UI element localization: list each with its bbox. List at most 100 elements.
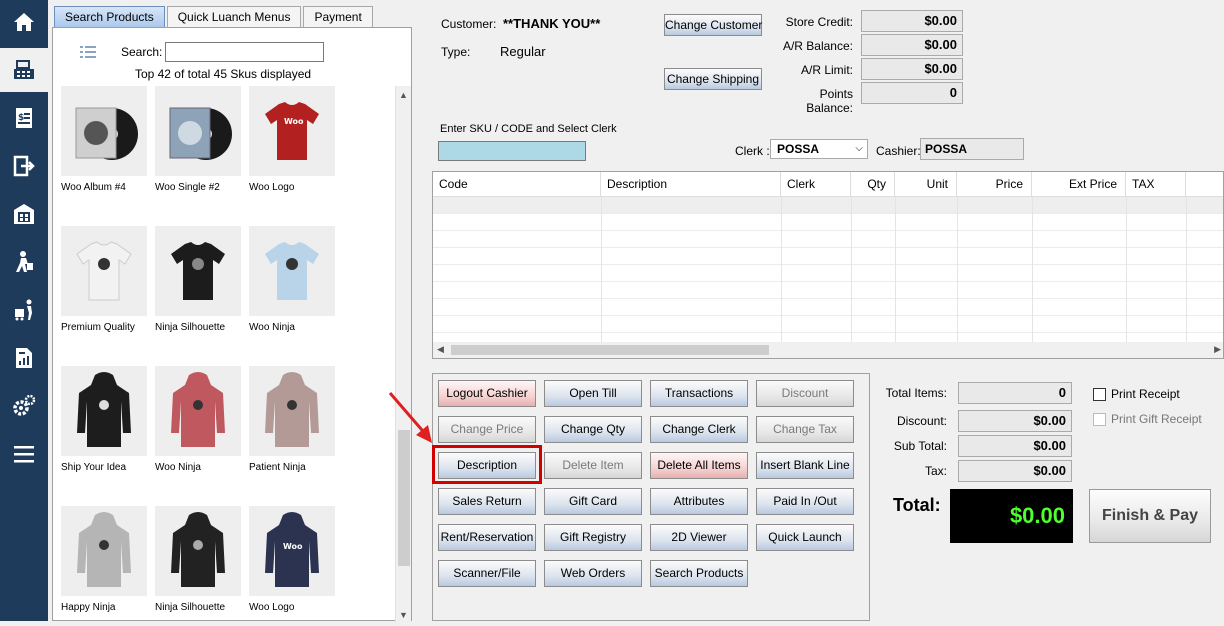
table-row[interactable] [433,197,1223,214]
quick-launch-button[interactable]: Quick Launch [756,524,854,551]
total-items-value: 0 [958,382,1072,404]
hamburger-menu-icon[interactable] [0,432,48,476]
col-code[interactable]: Code [433,172,601,197]
product-name: Happy Ninja [61,602,116,613]
print-receipt-checkbox[interactable] [1093,388,1106,401]
discount-button[interactable]: Discount [756,380,854,407]
settings-gears-icon[interactable] [0,384,48,428]
tshirt-icon [249,226,335,316]
col-tax[interactable]: TAX [1126,172,1186,197]
table-row[interactable] [433,265,1223,282]
product-tile[interactable]: Woo Woo Logo [249,506,337,626]
tab-payment[interactable]: Payment [303,6,373,28]
insert-blank-line-button[interactable]: Insert Blank Line [756,452,854,479]
store-credit-value: $0.00 [861,10,963,32]
product-search-panel: Search: Top 42 of total 45 Skus displaye… [52,27,412,622]
col-qty[interactable]: Qty [851,172,895,197]
delete-item-button[interactable]: Delete Item [544,452,642,479]
col-unit[interactable]: Unit [895,172,957,197]
table-row[interactable] [433,214,1223,231]
product-tile[interactable]: Woo Album #4 [61,86,149,206]
product-tile[interactable]: Happy Ninja [61,506,149,626]
delivery-cart-icon[interactable] [0,288,48,332]
product-tile[interactable]: Woo Ninja [155,366,243,486]
svg-text:$: $ [18,113,24,123]
clerk-value: POSSA [777,142,820,156]
table-row[interactable] [433,231,1223,248]
report-icon[interactable] [0,336,48,380]
ar-limit-label: A/R Limit: [800,63,853,77]
change-qty-button[interactable]: Change Qty [544,416,642,443]
rent-reservation-button[interactable]: Rent/Reservation [438,524,536,551]
scroll-up-icon[interactable]: ▲ [399,90,408,100]
sku-input[interactable] [438,141,586,161]
finish-pay-button[interactable]: Finish & Pay [1089,489,1211,543]
cash-register-icon[interactable] [0,48,48,92]
paid-in-out-button[interactable]: Paid In /Out [756,488,854,515]
table-row[interactable] [433,248,1223,265]
change-shipping-button[interactable]: Change Shipping [664,68,762,90]
product-search-input[interactable] [165,42,324,62]
product-name: Woo Logo [249,602,295,613]
table-row[interactable] [433,282,1223,299]
search-label: Search: [121,45,163,59]
change-customer-button[interactable]: Change Customer [664,14,762,36]
product-name: Patient Ninja [249,462,306,473]
col-description[interactable]: Description [601,172,781,197]
scroll-right-icon[interactable]: ▶ [1214,344,1221,355]
scroll-left-icon[interactable]: ◀ [437,344,444,355]
gift-registry-button[interactable]: Gift Registry [544,524,642,551]
product-tile[interactable]: Ninja Silhouette [155,506,243,626]
list-view-icon[interactable] [80,45,96,62]
scroll-thumb[interactable] [451,345,769,355]
invoice-icon[interactable]: $ [0,96,48,140]
col-ext-price[interactable]: Ext Price [1032,172,1126,197]
product-tile[interactable]: Woo Woo Logo [249,86,337,206]
home-icon[interactable] [0,0,48,44]
product-pane: Search Products Quick Luanch Menus Payme… [48,0,414,622]
sales-return-button[interactable]: Sales Return [438,488,536,515]
warehouse-icon[interactable] [0,192,48,236]
gift-card-button[interactable]: Gift Card [544,488,642,515]
table-row[interactable] [433,316,1223,333]
table-row[interactable] [433,299,1223,316]
product-name: Ship Your Idea [61,462,127,473]
product-tile[interactable]: Ninja Silhouette [155,226,243,346]
customer-walking-icon[interactable] [0,240,48,284]
product-tile[interactable]: Woo Single #2 [155,86,243,206]
change-clerk-button[interactable]: Change Clerk [650,416,748,443]
2d-viewer-button[interactable]: 2D Viewer [650,524,748,551]
change-price-button[interactable]: Change Price [438,416,536,443]
product-tile[interactable]: Premium Quality [61,226,149,346]
col-clerk[interactable]: Clerk [781,172,851,197]
total-items-label: Total Items: [885,386,947,400]
tab-search-products[interactable]: Search Products [54,6,165,28]
transactions-button[interactable]: Transactions [650,380,748,407]
scroll-down-icon[interactable]: ▼ [399,610,408,620]
search-products-button[interactable]: Search Products [650,560,748,587]
logout-cashier-button[interactable]: Logout Cashier [438,380,536,407]
hoodie-icon [155,366,241,456]
total-label: Total: [893,495,941,515]
delete-all-items-button[interactable]: Delete All Items [650,452,748,479]
web-orders-button[interactable]: Web Orders [544,560,642,587]
table-horizontal-scrollbar[interactable]: ◀ ▶ [433,342,1223,358]
scroll-thumb[interactable] [398,430,410,566]
attributes-button[interactable]: Attributes [650,488,748,515]
logout-icon[interactable] [0,144,48,188]
hoodie-icon: Woo [249,506,335,596]
product-tile[interactable]: Woo Ninja [249,226,337,346]
change-tax-button[interactable]: Change Tax [756,416,854,443]
clerk-select[interactable]: POSSA ⌵ [770,139,868,159]
product-tile[interactable]: Patient Ninja [249,366,337,486]
tab-quick-launch-menus[interactable]: Quick Luanch Menus [166,6,302,28]
product-tile[interactable]: Ship Your Idea [61,366,149,486]
scanner-file-button[interactable]: Scanner/File [438,560,536,587]
sub-total-value: $0.00 [958,435,1072,457]
print-gift-receipt-checkbox[interactable] [1093,413,1106,426]
product-scrollbar[interactable]: ▲ ▼ [395,86,411,622]
open-till-button[interactable]: Open Till [544,380,642,407]
customer-type: Regular [500,44,546,59]
col-price[interactable]: Price [957,172,1032,197]
hoodie-icon [249,366,335,456]
